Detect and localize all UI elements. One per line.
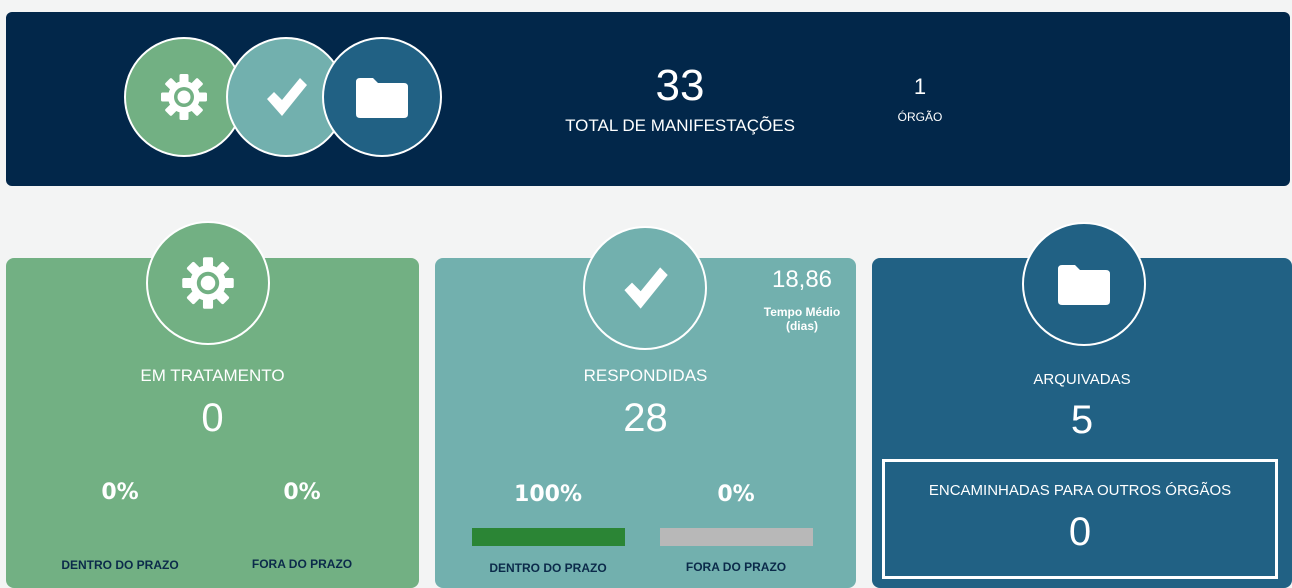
gear-icon	[161, 74, 207, 120]
respondidas-fora-label: FORA DO PRAZO	[685, 560, 787, 574]
gear-icon	[182, 257, 234, 309]
encaminhadas-value: 0	[1068, 510, 1092, 554]
summary-arquivadas-circle[interactable]	[322, 37, 442, 157]
checkmark-icon	[624, 267, 668, 309]
respondidas-fora-track	[660, 528, 813, 546]
respondidas-fora-pct: 0%	[717, 482, 755, 507]
checkmark-icon	[267, 78, 307, 116]
tempo-medio-value: 18,86	[771, 266, 833, 293]
card-arquivadas-icon-circle	[1022, 222, 1146, 346]
folder-icon	[356, 78, 408, 118]
folder-icon	[1058, 265, 1110, 305]
orgao-count-label: ÓRGÃO	[897, 110, 943, 124]
tratamento-fora-pct: 0%	[283, 480, 321, 505]
card-arquivadas-value: 5	[1070, 398, 1094, 442]
orgao-count-value: 1	[913, 74, 927, 99]
card-respondidas-title: RESPONDIDAS	[583, 366, 708, 385]
tratamento-fora-label: FORA DO PRAZO	[251, 557, 353, 571]
card-respondidas-icon-circle	[583, 226, 707, 350]
total-manifestacoes-value: 33	[655, 61, 705, 110]
tratamento-dentro-label: DENTRO DO PRAZO	[61, 558, 179, 572]
tempo-medio-label: Tempo Médio	[763, 305, 841, 319]
tempo-medio-unit: (dias)	[785, 319, 818, 333]
tratamento-dentro-pct: 0%	[101, 480, 139, 505]
respondidas-dentro-pct: 100%	[514, 482, 582, 507]
respondidas-dentro-track	[472, 528, 625, 546]
respondidas-dentro-bar	[472, 528, 625, 546]
card-respondidas-value: 28	[623, 396, 668, 440]
encaminhadas-label: ENCAMINHADAS PARA OUTROS ÓRGÃOS	[928, 482, 1232, 499]
card-tratamento-title: EM TRATAMENTO	[140, 366, 285, 385]
respondidas-dentro-label: DENTRO DO PRAZO	[489, 561, 607, 575]
card-arquivadas-title: ARQUIVADAS	[1033, 371, 1131, 388]
card-tratamento-value: 0	[201, 396, 224, 440]
total-manifestacoes-label: TOTAL DE MANIFESTAÇÕES	[565, 116, 795, 135]
card-tratamento-icon-circle	[146, 221, 270, 345]
